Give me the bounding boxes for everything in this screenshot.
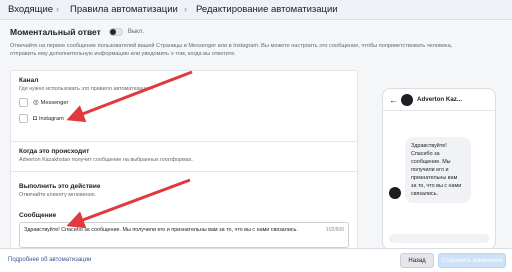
chevron-right-icon: › <box>56 4 60 15</box>
preview-page-name: Adverton Kaz... <box>417 96 463 103</box>
message-text: Здравствуйте! Спасибо за сообщение. Мы п… <box>24 227 298 233</box>
message-title: Сообщение <box>19 212 57 219</box>
channel-option-messenger[interactable]: ◎ Messenger <box>19 97 68 108</box>
instagram-icon: ◘ <box>33 115 37 122</box>
divider <box>11 141 357 142</box>
avatar <box>389 187 401 199</box>
instant-reply-header: Моментальный ответ Выкл. <box>10 26 144 38</box>
chevron-right-icon: › <box>184 4 188 15</box>
preview-header: ← Adverton Kaz... <box>383 89 495 111</box>
message-preview: ← Adverton Kaz... Здравствуйте! Спасибо … <box>372 70 504 250</box>
instant-reply-toggle[interactable] <box>108 28 123 36</box>
trigger-title: Когда это происходит <box>19 148 90 155</box>
phone-mockup: ← Adverton Kaz... Здравствуйте! Спасибо … <box>382 88 496 250</box>
save-button[interactable]: Сохранить изменения <box>438 253 506 268</box>
preview-composer <box>389 234 489 243</box>
automation-form: Канал Где нужно использовать это правило… <box>10 70 358 250</box>
toggle-label: Выкл. <box>127 29 145 35</box>
channel-option-instagram[interactable]: ◘ Instagram <box>19 113 64 124</box>
footer-bar: Подробнее об автоматизации Назад Сохрани… <box>0 248 512 272</box>
back-button[interactable]: Назад <box>400 253 434 268</box>
instagram-label: Instagram <box>38 115 64 122</box>
avatar <box>401 94 413 106</box>
breadcrumb-inbox[interactable]: Входящие <box>8 4 53 16</box>
page-title: Моментальный ответ <box>10 27 101 37</box>
messenger-icon: ◎ <box>33 99 39 106</box>
divider <box>11 171 357 172</box>
message-field[interactable]: Здравствуйте! Спасибо за сообщение. Мы п… <box>19 222 349 248</box>
action-subtitle: Отвечайте клиенту мгновенно. <box>19 192 97 198</box>
trigger-subtitle: Adverton Kazakhstan получит сообщение на… <box>19 157 193 163</box>
action-title: Выполнить это действие <box>19 183 101 190</box>
messenger-label: Messenger <box>40 99 69 106</box>
arrow-left-icon: ← <box>389 95 398 105</box>
character-counter: 102/500 <box>325 227 344 233</box>
messenger-checkbox[interactable] <box>19 98 28 107</box>
toggle-knob <box>109 29 116 35</box>
channel-title: Канал <box>19 77 39 84</box>
learn-more-link[interactable]: Подробнее об автоматизации <box>8 257 91 263</box>
channel-subtitle: Где нужно использовать это правило автом… <box>19 86 155 92</box>
page-description: Отвечайте на первое сообщение пользовате… <box>10 43 453 57</box>
breadcrumb-edit-automation: Редактирование автоматизации <box>196 4 338 15</box>
preview-message-bubble: Здравствуйте! Спасибо за сообщение. Мы п… <box>405 137 471 203</box>
instagram-checkbox[interactable] <box>19 114 28 123</box>
breadcrumb-automation-rules[interactable]: Правила автоматизации <box>70 4 178 16</box>
breadcrumb: Входящие › Правила автоматизации › Редак… <box>0 0 512 20</box>
